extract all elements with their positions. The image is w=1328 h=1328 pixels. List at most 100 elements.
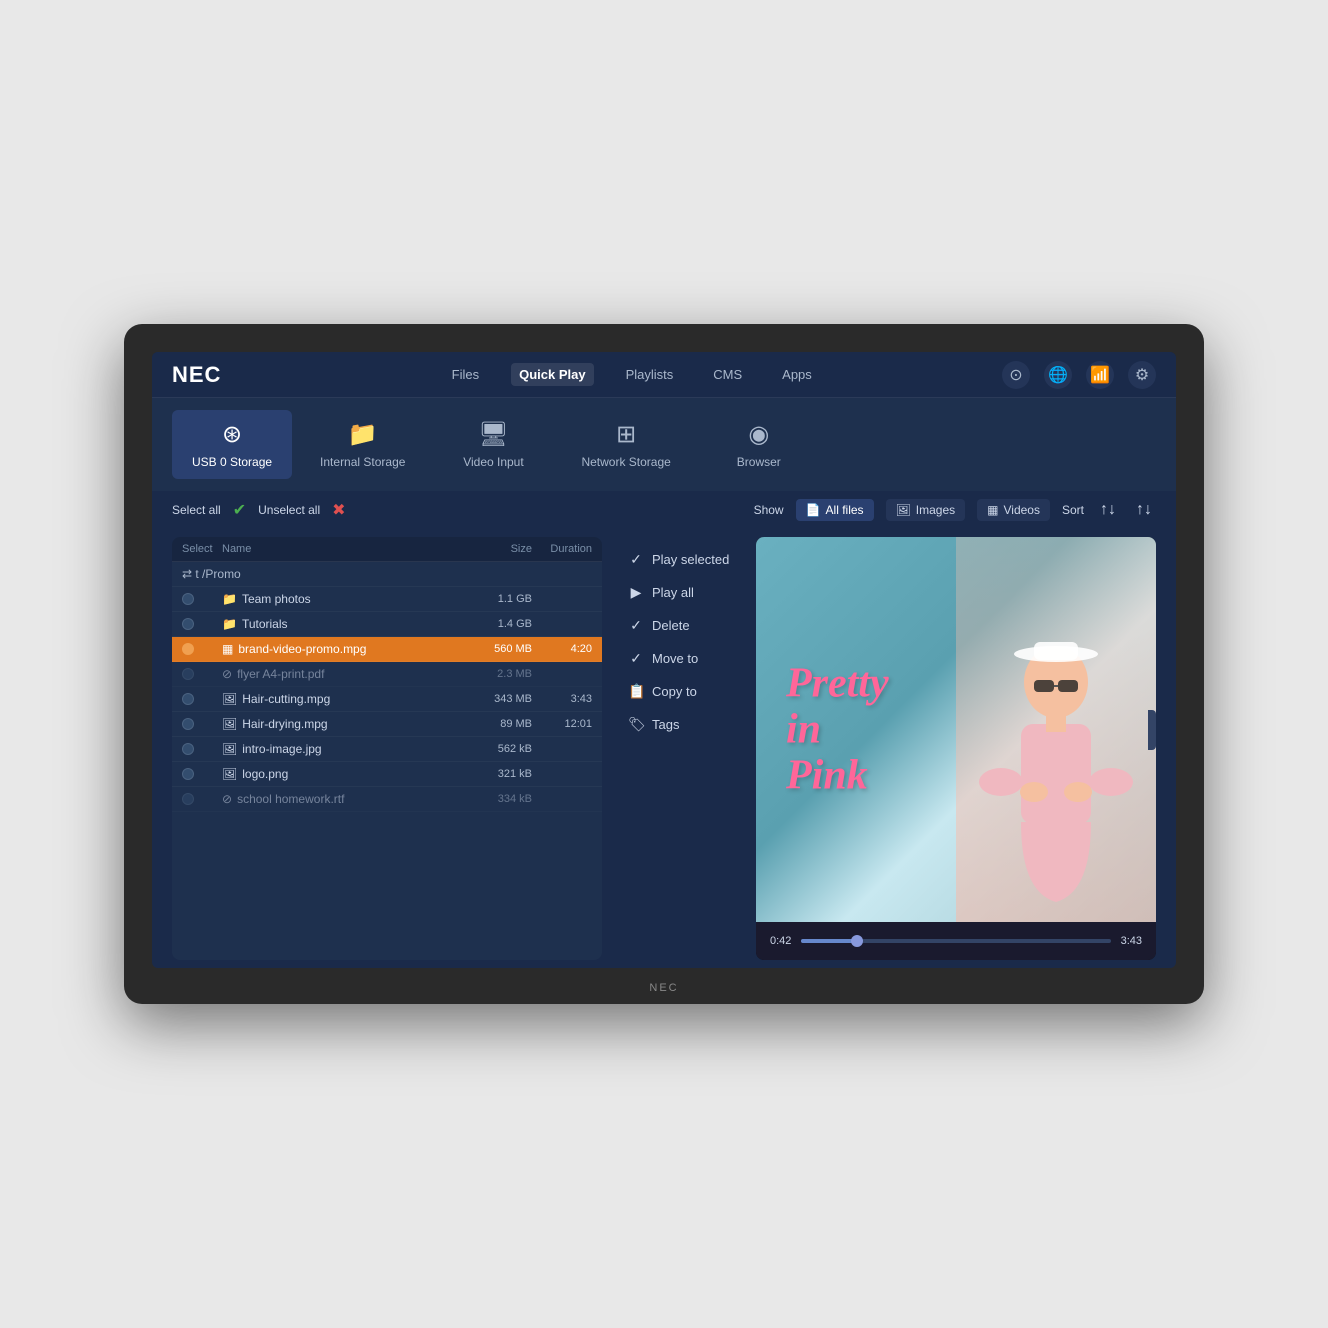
- nav-icons: ⊙ 🌐 📶 ⚙: [1002, 361, 1156, 389]
- file-checkbox[interactable]: [182, 618, 194, 630]
- all-files-icon: 📄: [806, 503, 821, 517]
- nav-files[interactable]: Files: [444, 363, 487, 386]
- storage-network[interactable]: ⊞ Network Storage: [561, 410, 690, 479]
- file-size-cell: 1.1 GB: [452, 593, 532, 605]
- unselect-all-label: Unselect all: [258, 503, 320, 517]
- file-name-cell: 📁 Team photos: [222, 592, 452, 606]
- wifi-icon[interactable]: 📶: [1086, 361, 1114, 389]
- file-checkbox[interactable]: [182, 768, 194, 780]
- user-icon[interactable]: ⊙: [1002, 361, 1030, 389]
- video-progress-fill: [801, 939, 857, 943]
- select-all-icon[interactable]: ✔: [233, 500, 246, 520]
- file-size-cell: 321 kB: [452, 768, 532, 780]
- filter-images[interactable]: 🖼 Images: [886, 499, 966, 521]
- tv-screen: NEC Files Quick Play Playlists CMS Apps …: [152, 352, 1176, 968]
- play-selected-icon: ✓: [628, 551, 644, 568]
- nav-links: Files Quick Play Playlists CMS Apps: [261, 363, 1002, 386]
- play-selected-button[interactable]: ✓ Play selected: [614, 545, 744, 574]
- tags-button[interactable]: 🏷 Tags: [614, 710, 744, 739]
- file-name-cell: ▦ brand-video-promo.mpg: [222, 642, 452, 656]
- nav-cms[interactable]: CMS: [705, 363, 750, 386]
- images-icon: 🖼: [896, 503, 911, 517]
- person-svg: [966, 632, 1146, 922]
- delete-button[interactable]: ✓ Delete: [614, 611, 744, 640]
- file-size-cell: 562 kB: [452, 743, 532, 755]
- table-row[interactable]: 🖼 logo.png 321 kB: [172, 762, 602, 787]
- rtf-icon: ⊘: [222, 792, 232, 806]
- video-file-icon: ▦: [222, 642, 233, 656]
- top-navigation: NEC Files Quick Play Playlists CMS Apps …: [152, 352, 1176, 398]
- file-size-cell: 334 kB: [452, 793, 532, 805]
- col-name: Name: [222, 543, 452, 555]
- video-progress-thumb[interactable]: [851, 935, 863, 947]
- copy-to-button[interactable]: 📋 Copy to: [614, 677, 744, 706]
- file-dur-cell: 12:01: [532, 718, 592, 730]
- file-list: ⇄ t /Promo 📁 Team photos 1.1 GB: [172, 562, 602, 960]
- storage-browser[interactable]: ◉ Browser: [699, 410, 819, 479]
- filter-bar: Select all ✔ Unselect all ✖ Show 📄 All f…: [152, 491, 1176, 529]
- storage-video-input[interactable]: 🖥 Video Input: [433, 410, 553, 479]
- file-size-cell: 2.3 MB: [452, 668, 532, 680]
- col-select: Select: [182, 543, 222, 555]
- nec-logo: NEC: [172, 362, 221, 388]
- video-file-icon: 🖼: [222, 717, 237, 731]
- file-checkbox[interactable]: [182, 593, 194, 605]
- internal-label: Internal Storage: [320, 455, 405, 469]
- video-file-icon: 🖼: [222, 692, 237, 706]
- table-row[interactable]: 🖼 intro-image.jpg 562 kB: [172, 737, 602, 762]
- file-dur-cell: 3:43: [532, 693, 592, 705]
- filter-videos[interactable]: ▦ Videos: [977, 499, 1050, 521]
- video-controls: 0:42 3:43: [756, 922, 1156, 960]
- play-all-icon: ▶: [628, 584, 644, 601]
- sort-label: Sort: [1062, 503, 1084, 517]
- table-row[interactable]: 🖼 Hair-cutting.mpg 343 MB 3:43: [172, 687, 602, 712]
- folder-path-row[interactable]: ⇄ t /Promo: [172, 562, 602, 587]
- delete-icon: ✓: [628, 617, 644, 634]
- file-checkbox[interactable]: [182, 693, 194, 705]
- video-time-end: 3:43: [1121, 935, 1142, 947]
- unselect-all-icon[interactable]: ✖: [332, 500, 345, 520]
- table-row[interactable]: 📁 Tutorials 1.4 GB: [172, 612, 602, 637]
- storage-usb[interactable]: ⊛ USB 0 Storage: [172, 410, 292, 479]
- file-size-cell: 560 MB: [452, 643, 532, 655]
- usb-label: USB 0 Storage: [192, 455, 272, 469]
- storage-internal[interactable]: 📁 Internal Storage: [300, 410, 425, 479]
- filter-all-files[interactable]: 📄 All files: [796, 499, 874, 521]
- context-menu: ✓ Play selected ▶ Play all ✓ Delete ✓ Mo…: [614, 537, 744, 960]
- nav-playlists[interactable]: Playlists: [618, 363, 682, 386]
- video-overlay-text: PrettyinPink: [786, 660, 889, 799]
- file-checkbox[interactable]: [182, 668, 194, 680]
- browser-icon: ◉: [748, 420, 769, 449]
- image-icon: 🖼: [222, 742, 237, 756]
- table-row[interactable]: 📁 Team photos 1.1 GB: [172, 587, 602, 612]
- tv-brand-bottom: NEC: [649, 982, 678, 994]
- file-size-cell: 89 MB: [452, 718, 532, 730]
- table-row[interactable]: ⊘ flyer A4-print.pdf 2.3 MB: [172, 662, 602, 687]
- side-handle[interactable]: [1148, 710, 1156, 750]
- table-row[interactable]: 🖼 Hair-drying.mpg 89 MB 12:01: [172, 712, 602, 737]
- nav-apps[interactable]: Apps: [774, 363, 820, 386]
- folder-icon: 📁: [222, 617, 237, 631]
- col-duration: Duration: [532, 543, 592, 555]
- move-to-button[interactable]: ✓ Move to: [614, 644, 744, 673]
- nav-quick-play[interactable]: Quick Play: [511, 363, 593, 386]
- table-row[interactable]: ▦ brand-video-promo.mpg 560 MB 4:20: [172, 637, 602, 662]
- file-checkbox[interactable]: [182, 743, 194, 755]
- settings-icon[interactable]: ⚙: [1128, 361, 1156, 389]
- folder-icon: 📁: [222, 592, 237, 606]
- sort-desc-icon[interactable]: ↑↓: [1132, 499, 1156, 521]
- globe-icon[interactable]: 🌐: [1044, 361, 1072, 389]
- move-to-icon: ✓: [628, 650, 644, 667]
- file-table-header: Select Name Size Duration: [172, 537, 602, 562]
- sort-asc-icon[interactable]: ↑↓: [1096, 499, 1120, 521]
- file-name-cell: 🖼 logo.png: [222, 767, 452, 781]
- table-row[interactable]: ⊘ school homework.rtf 334 kB: [172, 787, 602, 812]
- file-name-cell: 🖼 Hair-drying.mpg: [222, 717, 452, 731]
- video-progress-bar[interactable]: [801, 939, 1110, 943]
- file-checkbox[interactable]: [182, 793, 194, 805]
- copy-to-icon: 📋: [628, 683, 644, 700]
- tags-icon: 🏷: [628, 716, 644, 733]
- play-all-button[interactable]: ▶ Play all: [614, 578, 744, 607]
- file-checkbox[interactable]: [182, 718, 194, 730]
- file-checkbox[interactable]: [182, 643, 194, 655]
